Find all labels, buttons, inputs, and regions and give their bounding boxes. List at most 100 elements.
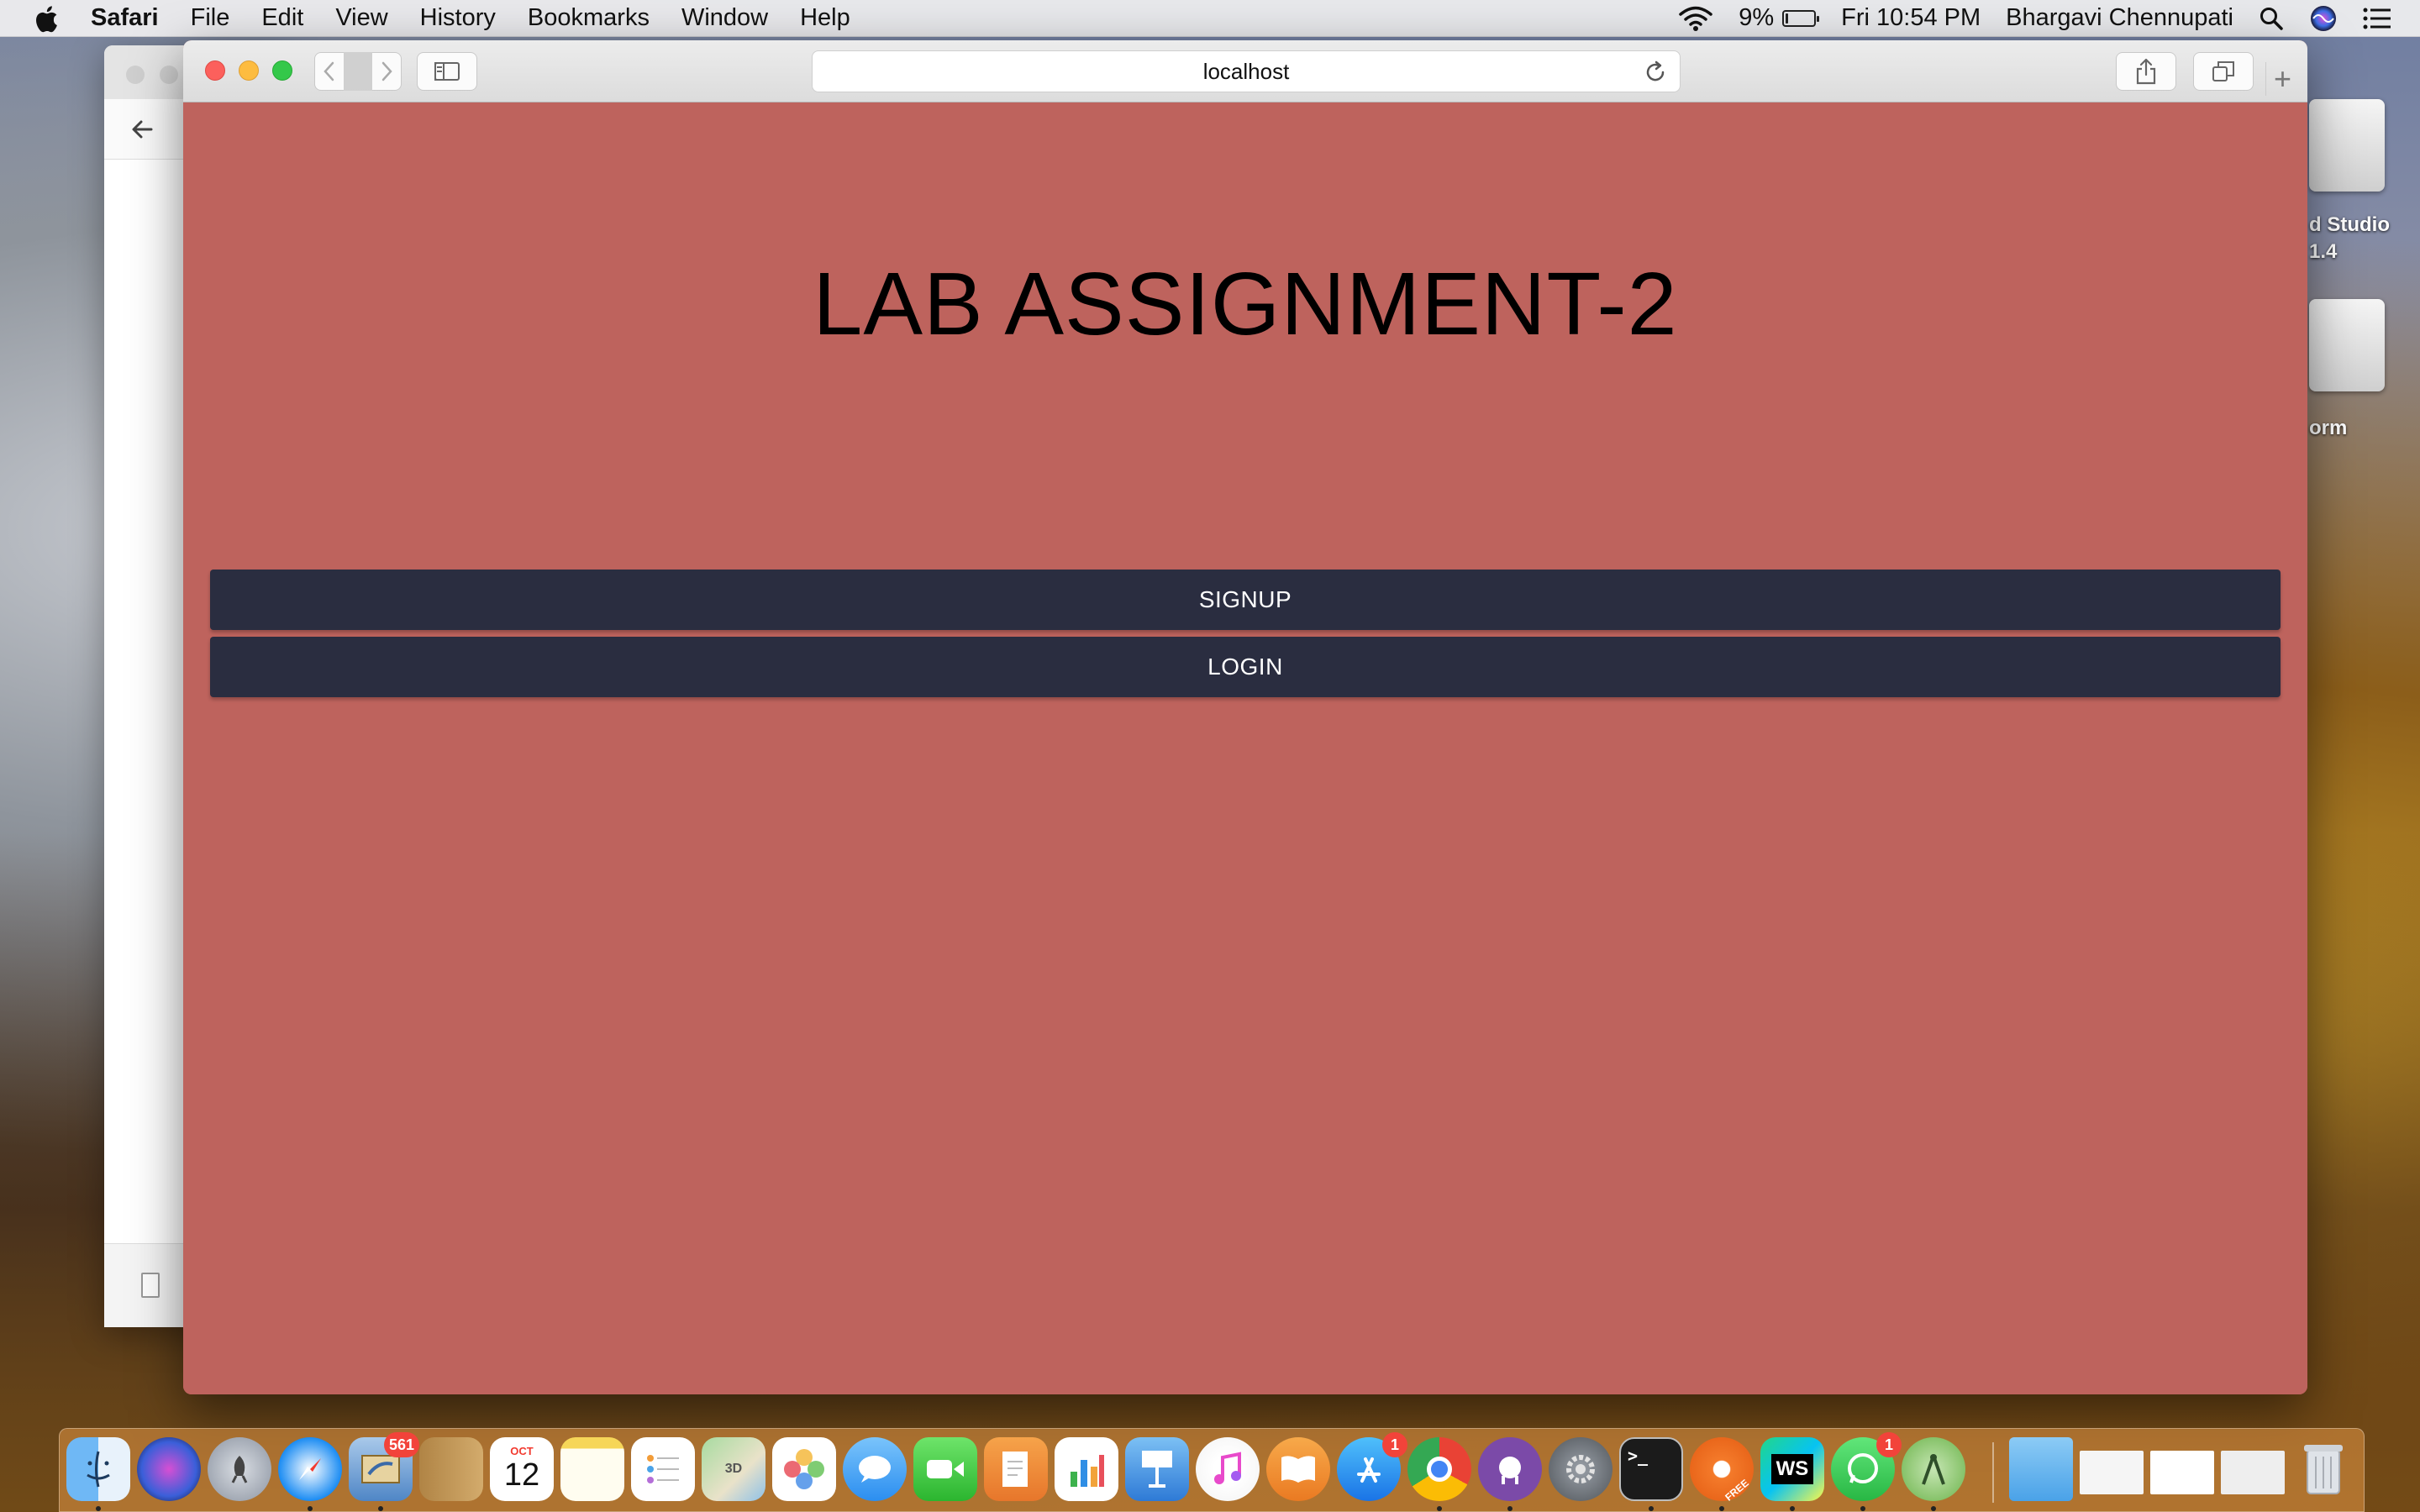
running-indicator bbox=[1649, 1506, 1654, 1511]
photos-icon[interactable] bbox=[772, 1437, 836, 1501]
minimized-window-thumbnail[interactable] bbox=[2150, 1451, 2214, 1494]
wifi-icon[interactable] bbox=[1678, 5, 1713, 32]
maps-icon[interactable]: 3D bbox=[702, 1437, 765, 1501]
web-page: LAB ASSIGNMENT-2 SIGNUP LOGIN bbox=[183, 102, 2307, 1394]
terminal-prompt: >_ bbox=[1628, 1446, 1649, 1466]
safari-toolbar: localhost + bbox=[183, 40, 2307, 102]
whatsapp-icon[interactable]: 1 bbox=[1831, 1432, 1902, 1501]
dock: 561 OCT 12 3D 1 >_ FREE WS 1 bbox=[59, 1428, 2365, 1512]
launchpad-icon[interactable] bbox=[208, 1437, 271, 1501]
menu-history[interactable]: History bbox=[420, 4, 496, 32]
zip-file-icon[interactable] bbox=[141, 1273, 160, 1298]
ibooks-icon[interactable] bbox=[1266, 1437, 1330, 1501]
running-indicator bbox=[378, 1506, 383, 1511]
signup-button[interactable]: SIGNUP bbox=[210, 570, 2281, 630]
finder-icon[interactable] bbox=[66, 1437, 130, 1501]
desktop-drive-icon[interactable] bbox=[2309, 299, 2385, 391]
facetime-icon[interactable] bbox=[913, 1437, 977, 1501]
numbers-icon[interactable] bbox=[1055, 1437, 1118, 1501]
calendar-month: OCT bbox=[510, 1445, 534, 1457]
terminal-icon[interactable]: >_ bbox=[1619, 1437, 1683, 1501]
show-tabs-button[interactable] bbox=[2193, 52, 2254, 91]
pages-icon[interactable] bbox=[984, 1437, 1048, 1501]
minimized-window-thumbnail[interactable] bbox=[2080, 1451, 2144, 1494]
downloads-folder-icon[interactable] bbox=[2009, 1437, 2073, 1501]
trash-can-icon bbox=[2304, 1445, 2343, 1494]
back-arrow-icon[interactable] bbox=[126, 113, 160, 146]
calendar-icon[interactable]: OCT 12 bbox=[490, 1437, 554, 1501]
minimized-window-thumbnail[interactable] bbox=[2221, 1451, 2285, 1494]
login-button[interactable]: LOGIN bbox=[210, 637, 2281, 697]
octocat-icon bbox=[1499, 1457, 1521, 1484]
plus-icon: + bbox=[2273, 61, 2292, 96]
sidebar-toggle-button[interactable] bbox=[417, 52, 477, 91]
running-indicator bbox=[1931, 1506, 1936, 1511]
chevron-right-icon bbox=[381, 61, 392, 81]
app-store-update-badge: 1 bbox=[1382, 1432, 1407, 1457]
podium-icon bbox=[1142, 1451, 1172, 1488]
notification-center-icon[interactable] bbox=[2363, 7, 2391, 30]
close-window-button[interactable] bbox=[205, 60, 225, 81]
maximize-window-button[interactable] bbox=[272, 60, 292, 81]
apple-logo-icon[interactable] bbox=[34, 3, 64, 34]
running-indicator bbox=[96, 1506, 101, 1511]
dock-separator bbox=[1992, 1442, 1994, 1503]
screen-recorder-icon[interactable]: FREE bbox=[1690, 1437, 1754, 1504]
battery-indicator[interactable]: 9% bbox=[1739, 4, 1820, 32]
menubar-clock[interactable]: Fri 10:54 PM bbox=[1841, 4, 1981, 32]
menu-bookmarks[interactable]: Bookmarks bbox=[528, 4, 650, 32]
minimize-dot-icon bbox=[160, 66, 178, 84]
battery-level-fill bbox=[1786, 13, 1789, 24]
mail-unread-badge: 561 bbox=[383, 1432, 419, 1457]
minimize-window-button[interactable] bbox=[239, 60, 259, 81]
menu-file[interactable]: File bbox=[191, 4, 230, 32]
menu-app-name[interactable]: Safari bbox=[91, 4, 159, 32]
pinwheel-icon bbox=[784, 1449, 824, 1489]
keynote-icon[interactable] bbox=[1125, 1437, 1189, 1501]
mail-dock-icon[interactable]: 561 bbox=[349, 1432, 419, 1501]
safari-window[interactable]: localhost + LAB ASSIGNMENT-2 SIGNUP LOGI… bbox=[183, 40, 2307, 1394]
speech-bubble-icon bbox=[859, 1456, 891, 1483]
new-tab-button[interactable]: + bbox=[2265, 61, 2299, 96]
rocket-icon bbox=[231, 1456, 248, 1483]
share-icon bbox=[2136, 58, 2156, 85]
siri-dock-icon[interactable] bbox=[137, 1437, 201, 1501]
safari-dock-icon[interactable] bbox=[278, 1437, 342, 1501]
back-button[interactable] bbox=[315, 60, 344, 82]
desktop-icon-label: 1.4 bbox=[2309, 240, 2338, 263]
webstorm-label: WS bbox=[1770, 1454, 1814, 1484]
music-note-icon bbox=[1214, 1452, 1241, 1484]
chrome-icon[interactable] bbox=[1407, 1437, 1471, 1501]
video-camera-icon bbox=[927, 1460, 964, 1478]
menubar-user[interactable]: Bhargavi Chennupati bbox=[2006, 4, 2233, 32]
contacts-icon[interactable] bbox=[419, 1437, 483, 1501]
running-indicator bbox=[1507, 1506, 1512, 1511]
address-bar[interactable]: localhost bbox=[812, 50, 1681, 92]
calendar-day: 12 bbox=[503, 1457, 540, 1493]
running-indicator bbox=[308, 1506, 313, 1511]
siri-icon[interactable] bbox=[2309, 4, 2338, 33]
app-store-icon[interactable]: 1 bbox=[1337, 1432, 1407, 1501]
document-pen-icon bbox=[1002, 1452, 1028, 1487]
sidebar-icon bbox=[434, 62, 460, 81]
android-studio-icon[interactable] bbox=[1902, 1437, 1965, 1501]
notes-icon[interactable] bbox=[560, 1437, 624, 1501]
reload-icon[interactable] bbox=[1643, 60, 1668, 85]
share-button[interactable] bbox=[2116, 52, 2176, 91]
menu-window[interactable]: Window bbox=[681, 4, 768, 32]
reminders-icon[interactable] bbox=[631, 1437, 695, 1501]
webstorm-icon[interactable]: WS bbox=[1760, 1437, 1824, 1501]
menu-view[interactable]: View bbox=[335, 4, 387, 32]
menu-edit[interactable]: Edit bbox=[261, 4, 303, 32]
trash-icon[interactable] bbox=[2291, 1437, 2355, 1501]
desktop-icon-label: orm bbox=[2309, 417, 2348, 439]
forward-button[interactable] bbox=[372, 60, 401, 82]
messages-icon[interactable] bbox=[843, 1437, 907, 1501]
spotlight-search-icon[interactable] bbox=[2259, 6, 2284, 31]
desktop-drive-icon[interactable] bbox=[2309, 99, 2385, 192]
navigation-buttons bbox=[314, 52, 402, 91]
menu-help[interactable]: Help bbox=[800, 4, 850, 32]
github-desktop-icon[interactable] bbox=[1478, 1437, 1542, 1501]
itunes-icon[interactable] bbox=[1196, 1437, 1260, 1501]
system-preferences-icon[interactable] bbox=[1549, 1437, 1612, 1501]
